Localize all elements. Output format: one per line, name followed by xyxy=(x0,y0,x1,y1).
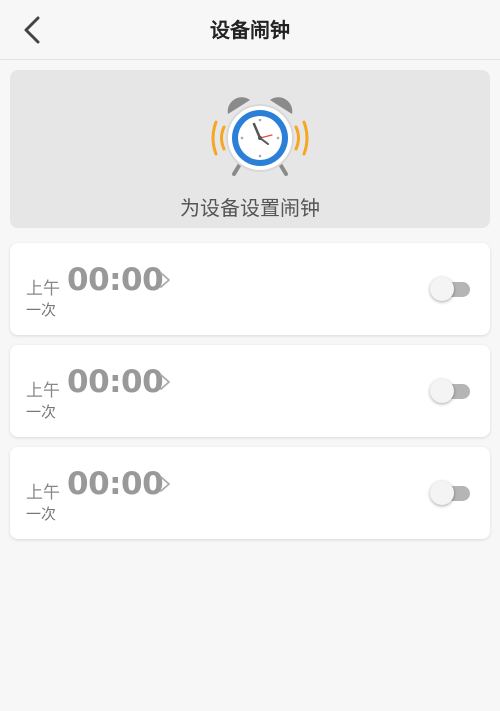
toggle-knob xyxy=(430,277,454,301)
alarm-ampm: 上午 xyxy=(26,483,60,503)
alarm-card[interactable]: 上午 00:00 一次 xyxy=(10,345,490,437)
alarm-card[interactable]: 上午 00:00 一次 xyxy=(10,447,490,539)
alarm-repeat: 一次 xyxy=(26,403,57,421)
back-button[interactable] xyxy=(14,12,50,48)
toggle-knob xyxy=(430,481,454,505)
chevron-right-icon[interactable] xyxy=(158,371,172,393)
chevron-right-icon[interactable] xyxy=(158,473,172,495)
alarm-repeat: 一次 xyxy=(26,505,57,523)
chevron-left-icon xyxy=(24,16,40,44)
alarm-time[interactable]: 00:00 xyxy=(67,364,164,400)
alarm-clock-icon xyxy=(211,97,309,176)
hero-caption: 为设备设置闹钟 xyxy=(180,196,320,220)
alarm-repeat: 一次 xyxy=(26,301,57,319)
toggle-knob xyxy=(430,379,454,403)
alarm-time[interactable]: 00:00 xyxy=(67,466,164,502)
page-title: 设备闹钟 xyxy=(210,18,290,42)
alarm-toggle[interactable] xyxy=(430,379,472,403)
alarm-ampm: 上午 xyxy=(26,381,60,401)
top-bar: 设备闹钟 xyxy=(0,0,500,60)
alarm-ampm: 上午 xyxy=(26,279,60,299)
alarm-toggle[interactable] xyxy=(430,277,472,301)
alarm-toggle[interactable] xyxy=(430,481,472,505)
alarm-card[interactable]: 上午 00:00 一次 xyxy=(10,243,490,335)
alarm-time[interactable]: 00:00 xyxy=(67,262,164,298)
hero-banner: 为设备设置闹钟 xyxy=(10,70,490,228)
chevron-right-icon[interactable] xyxy=(158,269,172,291)
